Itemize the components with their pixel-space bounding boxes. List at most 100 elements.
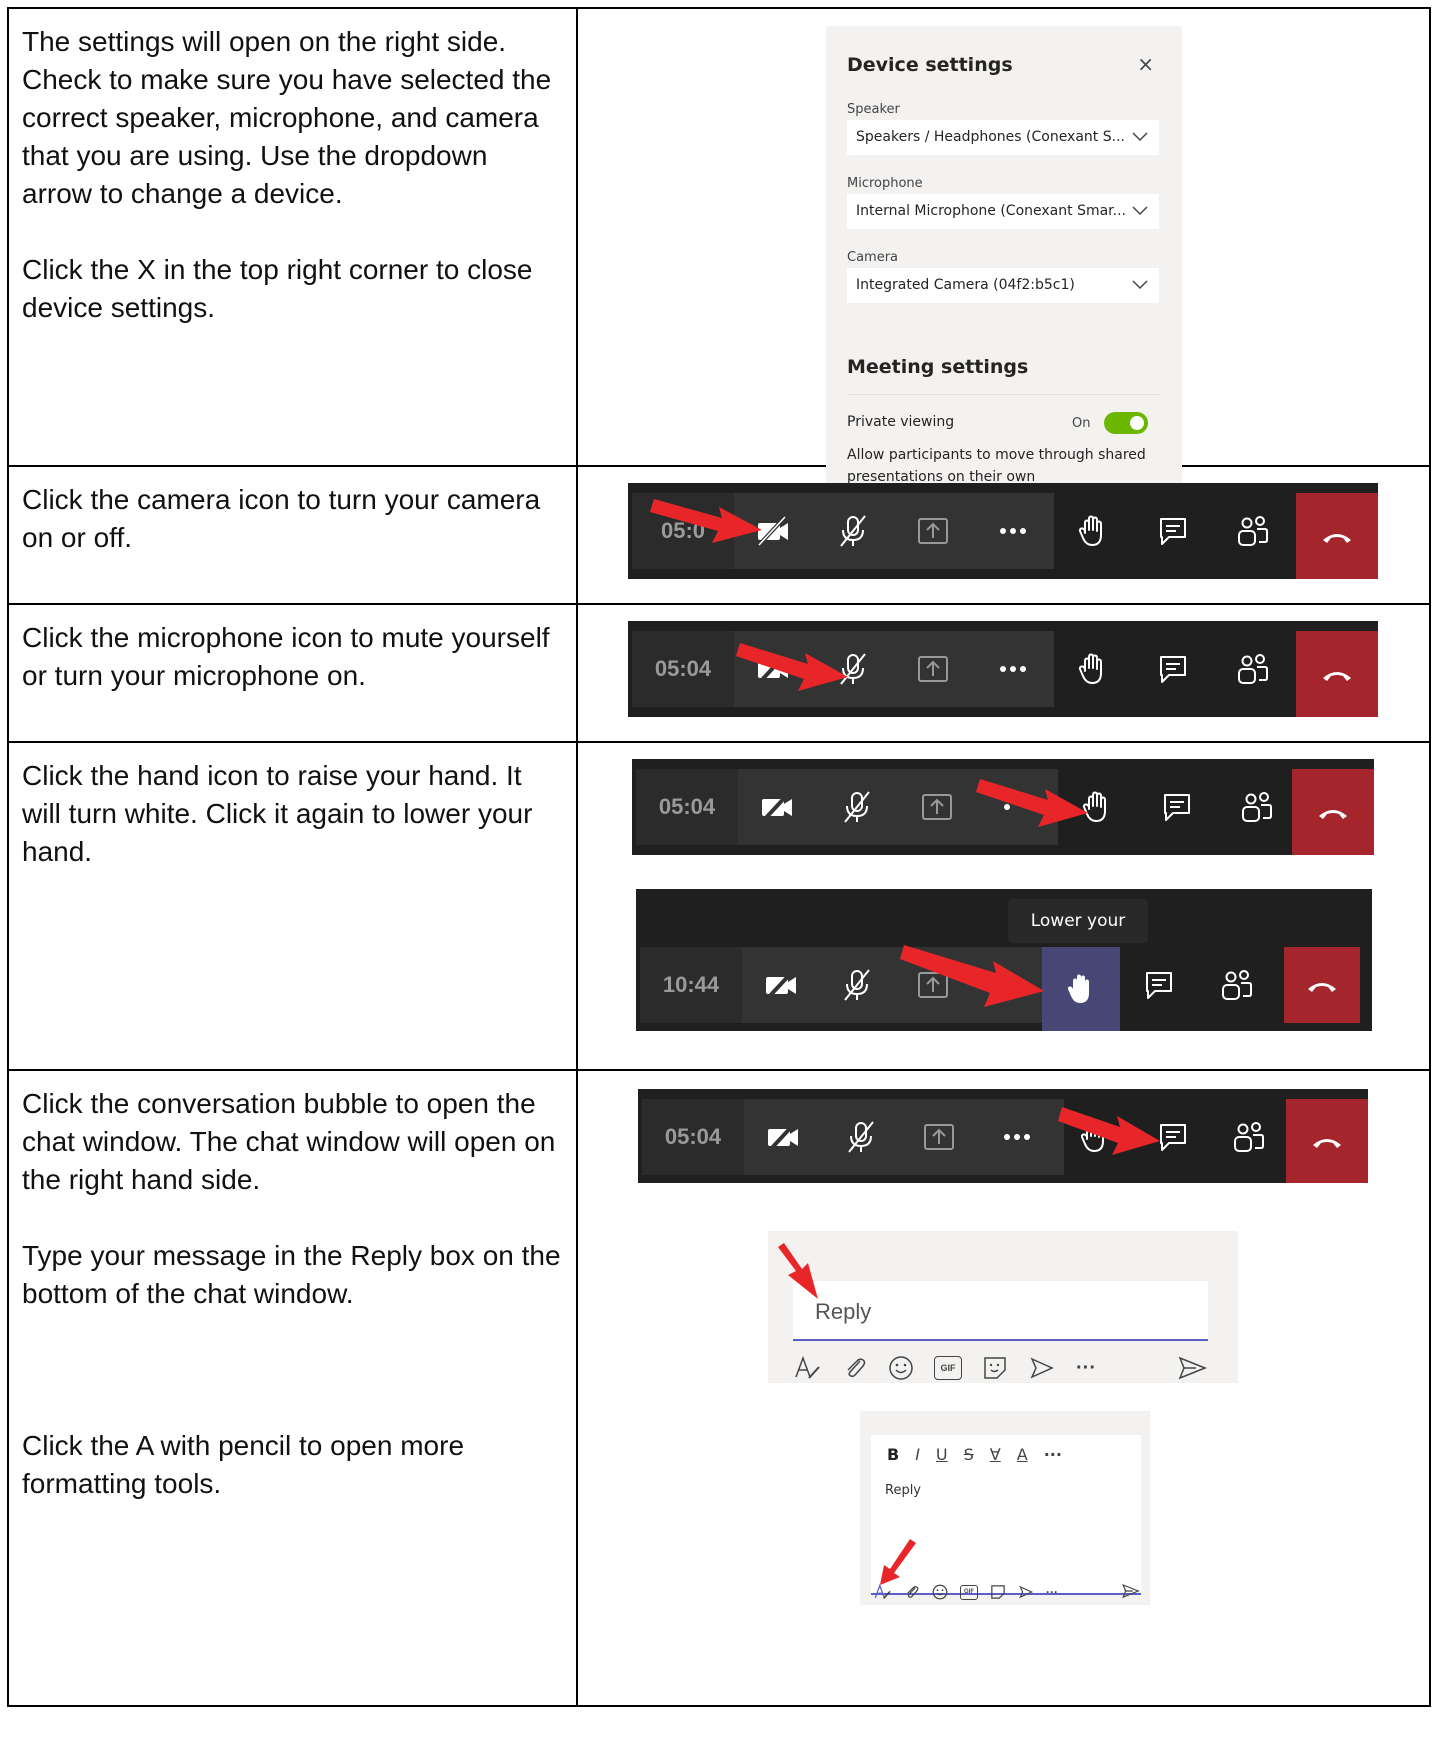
meeting-timer: 05:04 — [636, 769, 738, 845]
format-icon[interactable] — [874, 1583, 892, 1601]
row-2-image: 05:0 — [576, 465, 1431, 605]
device-settings-panel: Device settings × Speaker Speakers / Hea… — [826, 26, 1182, 496]
attach-icon[interactable] — [904, 1584, 920, 1600]
paragraph: Click the conversation bubble to open th… — [22, 1088, 556, 1195]
participants-icon[interactable] — [1214, 631, 1292, 707]
private-viewing-state: On — [1072, 416, 1091, 431]
more-options-icon[interactable] — [974, 493, 1052, 569]
speaker-label: Speaker — [847, 102, 900, 117]
chat-icon[interactable] — [1134, 631, 1212, 707]
hang-up-button[interactable] — [1286, 1099, 1368, 1183]
italic-button[interactable]: I — [915, 1445, 920, 1464]
paragraph: Click the microphone icon to mute yourse… — [22, 622, 550, 691]
hang-up-button[interactable] — [1296, 493, 1378, 579]
share-icon[interactable] — [894, 631, 972, 707]
divider — [847, 394, 1160, 395]
underline-button[interactable]: U — [936, 1445, 948, 1464]
meeting-toolbar: 05:0 — [628, 483, 1378, 579]
raise-hand-icon[interactable] — [1054, 493, 1132, 569]
send-icon[interactable] — [1122, 1583, 1140, 1604]
share-icon[interactable] — [894, 493, 972, 569]
more-formatting-button[interactable]: ··· — [1044, 1445, 1062, 1464]
share-icon[interactable] — [898, 769, 976, 845]
row-3-image: 05:04 — [576, 603, 1431, 743]
chat-icon[interactable] — [1138, 769, 1216, 845]
participants-icon[interactable] — [1218, 769, 1296, 845]
send-icon[interactable] — [1178, 1355, 1208, 1386]
instruction-table: The settings will open on the right side… — [7, 7, 1431, 1707]
camera-off-icon[interactable] — [738, 769, 816, 845]
formatting-toolbar: B I U S ∀ A ··· — [887, 1445, 1062, 1464]
speaker-dropdown[interactable]: Speakers / Headphones (Conexant S... — [847, 120, 1159, 155]
phone-hangup-icon — [1308, 983, 1336, 992]
microphone-dropdown[interactable]: Internal Microphone (Conexant Smar... — [847, 194, 1159, 229]
meeting-toolbar: 05:04 — [632, 759, 1374, 855]
row-5-image: 05:04 Reply GIF ··· B I U S ∀ A ··· Repl… — [576, 1069, 1431, 1707]
expanded-composer: B I U S ∀ A ··· Reply GIF ··· — [860, 1411, 1150, 1605]
chevron-down-icon — [1131, 194, 1149, 243]
meeting-toolbar: 05:04 — [638, 1089, 1368, 1183]
emoji-icon[interactable] — [888, 1355, 914, 1381]
highlight-button[interactable]: ∀ — [990, 1445, 1001, 1464]
mic-off-icon[interactable] — [814, 493, 892, 569]
red-arrow-icon — [650, 499, 762, 543]
row-3-text: Click the microphone icon to mute yourse… — [7, 603, 578, 743]
participants-icon[interactable] — [1214, 493, 1292, 569]
gif-icon[interactable]: GIF — [960, 1584, 978, 1600]
phone-hangup-icon — [1319, 810, 1347, 819]
meeting-timer: 10:44 — [640, 947, 742, 1023]
format-icon[interactable] — [794, 1355, 822, 1381]
private-viewing-label: Private viewing — [847, 414, 955, 430]
lower-hand-button[interactable] — [1042, 947, 1120, 1031]
chat-icon[interactable] — [1120, 947, 1198, 1023]
red-arrow-icon — [976, 779, 1088, 827]
paragraph: Click the X in the top right corner to c… — [22, 254, 533, 323]
meet-now-icon[interactable] — [1028, 1355, 1056, 1381]
attach-icon[interactable] — [842, 1355, 868, 1381]
more-icon[interactable]: ··· — [1046, 1585, 1058, 1599]
private-viewing-toggle[interactable] — [1104, 412, 1148, 434]
device-settings-title: Device settings — [847, 54, 1013, 76]
reply-text: Reply — [885, 1483, 922, 1498]
row-5-text: Click the conversation bubble to open th… — [7, 1069, 578, 1707]
sticker-icon[interactable] — [990, 1584, 1006, 1600]
compact-reply-toolbar: GIF ··· — [874, 1583, 1058, 1601]
row-4-text: Click the hand icon to raise your hand. … — [7, 741, 578, 1071]
phone-hangup-icon — [1323, 672, 1351, 681]
chat-icon[interactable] — [1134, 493, 1212, 569]
raise-hand-icon[interactable] — [1054, 631, 1132, 707]
more-options-icon[interactable] — [974, 631, 1052, 707]
red-arrow-icon — [880, 1539, 916, 1585]
more-options-icon[interactable] — [978, 1099, 1056, 1175]
participants-icon[interactable] — [1210, 1099, 1288, 1175]
camera-off-icon[interactable] — [742, 947, 820, 1023]
reply-input[interactable]: Reply — [793, 1281, 1208, 1341]
font-color-button[interactable]: A — [1017, 1445, 1028, 1464]
bold-button[interactable]: B — [887, 1445, 899, 1464]
gif-icon[interactable]: GIF — [934, 1356, 962, 1380]
strikethrough-button[interactable]: S — [964, 1445, 974, 1464]
mic-off-icon[interactable] — [822, 1099, 900, 1175]
participants-icon[interactable] — [1198, 947, 1276, 1023]
meeting-toolbar-raised: Lower your hand 10:44 — [636, 889, 1372, 1031]
red-arrow-icon — [736, 643, 848, 691]
hang-up-button[interactable] — [1284, 947, 1360, 1023]
row-1-text: The settings will open on the right side… — [7, 7, 578, 467]
mic-off-icon[interactable] — [818, 769, 896, 845]
camera-off-icon[interactable] — [744, 1099, 822, 1175]
red-arrow-icon — [1058, 1107, 1160, 1155]
mic-off-icon[interactable] — [818, 947, 896, 1023]
close-icon[interactable]: × — [1137, 52, 1154, 76]
meeting-settings-title: Meeting settings — [847, 356, 1029, 378]
microphone-value: Internal Microphone (Conexant Smar... — [856, 203, 1126, 219]
more-icon[interactable]: ··· — [1076, 1357, 1096, 1380]
meet-now-icon[interactable] — [1018, 1584, 1034, 1600]
share-icon[interactable] — [900, 1099, 978, 1175]
paragraph: The settings will open on the right side… — [22, 26, 552, 209]
emoji-icon[interactable] — [932, 1584, 948, 1600]
camera-dropdown[interactable]: Integrated Camera (04f2:b5c1) — [847, 268, 1159, 303]
red-arrow-icon — [900, 945, 1044, 1007]
hang-up-button[interactable] — [1296, 631, 1378, 717]
hang-up-button[interactable] — [1292, 769, 1374, 855]
sticker-icon[interactable] — [982, 1355, 1008, 1381]
